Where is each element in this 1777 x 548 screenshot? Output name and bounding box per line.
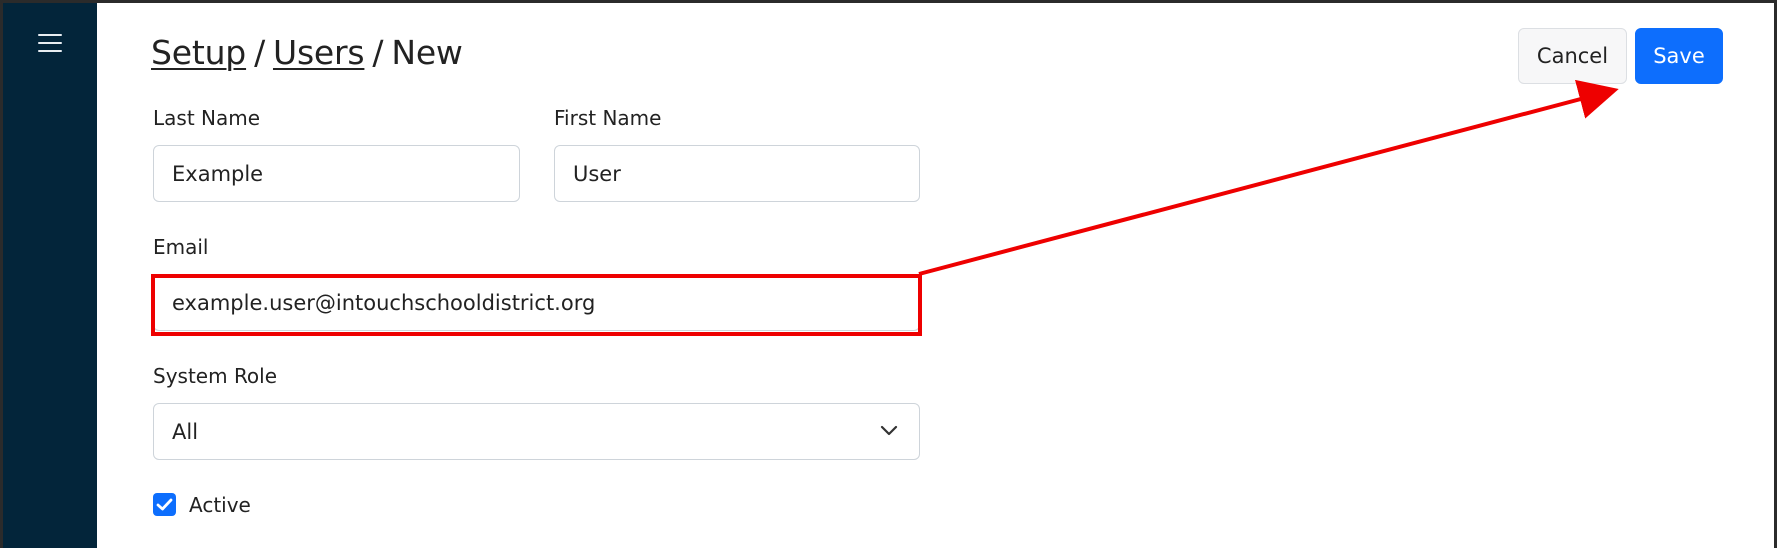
last-name-label: Last Name [153, 106, 261, 130]
breadcrumb-current: New [391, 33, 463, 72]
breadcrumb-separator: / [254, 33, 265, 72]
system-role-select[interactable]: All [153, 403, 920, 460]
email-label: Email [153, 235, 209, 259]
sidebar [3, 3, 97, 548]
breadcrumb-link-setup[interactable]: Setup [151, 33, 246, 72]
breadcrumb-link-users[interactable]: Users [273, 33, 365, 72]
system-role-label: System Role [153, 364, 278, 388]
email-input[interactable] [153, 274, 920, 331]
chevron-down-icon [880, 425, 898, 436]
app-window: Setup/Users/New Cancel Save Last Name Fi… [3, 3, 1774, 548]
first-name-label: First Name [554, 106, 662, 130]
check-icon [156, 498, 173, 511]
cancel-button[interactable]: Cancel [1518, 28, 1627, 84]
active-checkbox[interactable] [153, 493, 176, 516]
main-content: Setup/Users/New Cancel Save Last Name Fi… [97, 3, 1774, 548]
breadcrumb: Setup / Users / New [151, 33, 463, 72]
hamburger-icon[interactable] [38, 32, 64, 54]
last-name-input[interactable] [153, 145, 520, 202]
system-role-selected-value: All [153, 403, 920, 460]
first-name-input[interactable] [554, 145, 920, 202]
breadcrumb-separator: / [372, 33, 384, 72]
save-button[interactable]: Save [1635, 28, 1723, 84]
active-label: Active [189, 493, 251, 517]
